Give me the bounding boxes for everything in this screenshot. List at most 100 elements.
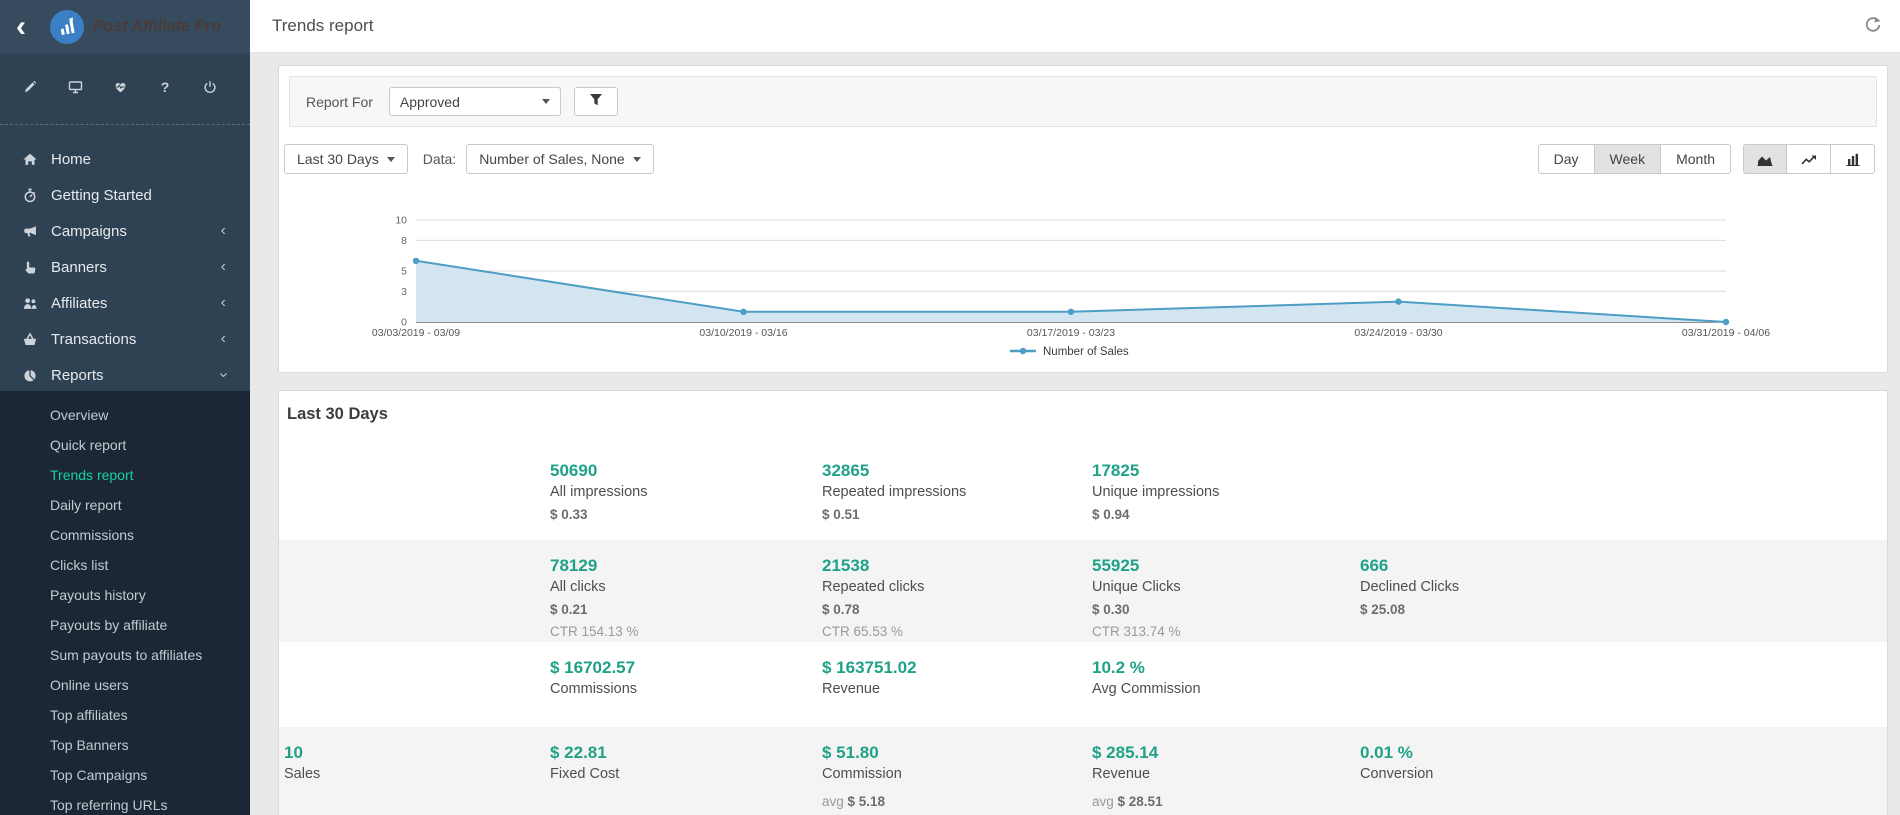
home-icon [22,152,38,167]
sidebar-subitem-top-referring-urls[interactable]: Top referring URLs [0,790,250,815]
sidebar-divider [0,124,250,125]
area-chart-button[interactable] [1743,144,1787,174]
chevron-down-icon [633,157,641,162]
sidebar-subitem-payouts-history[interactable]: Payouts history [0,580,250,610]
stats-row-3: $ 16702.57Commissions$ 163751.02Revenue1… [279,642,1887,727]
sidebar-item-home[interactable]: Home [0,141,250,177]
stat-value: 666 [1360,554,1887,577]
stat-value: 0.01 % [1360,741,1887,764]
monitor-icon[interactable] [67,79,83,95]
svg-text:8: 8 [401,235,407,247]
back-chevron-icon[interactable]: ‹ [16,12,26,42]
stat-label: Unique Clicks [1092,577,1360,598]
sidebar-subitem-payouts-by-affiliate[interactable]: Payouts by affiliate [0,610,250,640]
date-range-value: Last 30 Days [297,151,379,167]
stat-value: $ 16702.57 [550,656,822,679]
bar-chart-button[interactable] [1831,144,1875,174]
stats-panel: Last 30 Days 50690All impressions$ 0.333… [278,390,1888,815]
sidebar-subitem-daily-report[interactable]: Daily report [0,490,250,520]
report-for-value: Approved [400,94,460,110]
sidebar: ‹ Post Affiliate Pro ? HomeGetting Start… [0,0,250,815]
sidebar-quick-icons: ? [0,77,250,97]
sidebar-subitem-trends-report[interactable]: Trends report [0,460,250,490]
sidebar-item-affiliates[interactable]: Affiliates‹ [0,285,250,321]
stat-repeated-clicks: 21538Repeated clicks$ 0.78CTR 65.53 % [822,554,1092,642]
sidebar-item-reports[interactable]: Reports‹ [0,357,250,393]
week-button[interactable]: Week [1595,144,1662,174]
pencil-icon[interactable] [22,79,38,95]
stat-declined-clicks: 666Declined Clicks$ 25.08 [1360,554,1887,642]
stats-title: Last 30 Days [287,405,1887,424]
sidebar-item-getting-started[interactable]: Getting Started [0,177,250,213]
sidebar-subitem-online-users[interactable]: Online users [0,670,250,700]
sidebar-subitem-top-banners[interactable]: Top Banners [0,730,250,760]
stat-empty [1360,656,1887,727]
stat-all-impressions: 50690All impressions$ 0.33 [550,459,822,540]
day-button[interactable]: Day [1538,144,1595,174]
stat-value: $ 51.80 [822,741,1092,764]
sidebar-subitem-clicks-list[interactable]: Clicks list [0,550,250,580]
data-series-value: Number of Sales, None [479,151,625,167]
stat-revenue: $ 285.14Revenueavg $ 28.51 [1092,741,1360,815]
stat-average: avg $ 5.18 [822,791,1092,813]
app-logo: Post Affiliate Pro [50,10,221,44]
stat-cost: $ 0.94 [1092,503,1360,527]
bar-chart-icon [1845,153,1861,166]
sidebar-subitem-commissions[interactable]: Commissions [0,520,250,550]
report-for-select[interactable]: Approved [389,87,561,116]
stat-label: Commissions [550,679,822,700]
svg-text:3: 3 [401,286,407,298]
sidebar-item-banners[interactable]: Banners ‹ [0,249,250,285]
line-chart-icon [1801,153,1817,166]
chevron-collapsed-icon: ‹ [221,331,226,347]
help-icon[interactable]: ? [157,79,173,95]
data-series-dropdown[interactable]: Number of Sales, None [466,144,654,174]
stat-label: Avg Commission [1092,679,1360,700]
sidebar-item-transactions[interactable]: Transactions‹ [0,321,250,357]
sidebar-item-label: Banners [51,259,107,276]
page-title: Trends report [272,16,373,36]
sidebar-subitem-sum-payouts-to-affiliates[interactable]: Sum payouts to affiliates [0,640,250,670]
stat-empty [284,554,550,642]
stat-empty [1360,459,1887,540]
main-area: Report For Approved Last 30 Days Data: [250,53,1900,815]
stat-repeated-impressions: 32865Repeated impressions$ 0.51 [822,459,1092,540]
stat-value: 17825 [1092,459,1360,482]
data-label: Data: [423,151,456,167]
chevron-collapsed-icon: ‹ [221,259,226,275]
period-button-group: DayWeekMonth [1538,144,1731,174]
stats-row-2: 78129All clicks$ 0.21CTR 154.13 %21538Re… [279,540,1887,642]
date-range-dropdown[interactable]: Last 30 Days [284,144,408,174]
sidebar-menu: HomeGetting StartedCampaigns‹ Banners ‹ Aff… [0,141,250,393]
stat-label: Fixed Cost [550,764,822,785]
stat-value: $ 22.81 [550,741,822,764]
stopwatch-icon [22,188,38,203]
svg-text:03/10/2019 - 03/16: 03/10/2019 - 03/16 [699,327,787,339]
report-for-label: Report For [306,94,373,110]
stat-value: 32865 [822,459,1092,482]
stat-average: avg $ 28.51 [1092,791,1360,813]
stat-ctr: CTR 65.53 % [822,622,1092,642]
stat-label: Repeated clicks [822,577,1092,598]
stat-value: 10 [284,741,550,764]
svg-text:03/03/2019 - 03/09: 03/03/2019 - 03/09 [372,327,460,339]
chart-panel: Report For Approved Last 30 Days Data: [278,65,1888,373]
line-chart-button[interactable] [1787,144,1831,174]
sidebar-item-campaigns[interactable]: Campaigns‹ [0,213,250,249]
stat-value: 10.2 % [1092,656,1360,679]
filter-button[interactable] [574,87,618,116]
sidebar-subitem-quick-report[interactable]: Quick report [0,430,250,460]
sidebar-subitem-overview[interactable]: Overview [0,400,250,430]
users-icon [22,296,38,311]
month-button[interactable]: Month [1661,144,1731,174]
chart-controls: Last 30 Days Data: Number of Sales, None… [284,144,1875,174]
chevron-collapsed-icon: ‹ [221,223,226,239]
refresh-icon[interactable] [1864,16,1882,34]
trends-chart: 10853003/03/2019 - 03/0903/10/2019 - 03/… [279,194,1887,372]
heartbeat-icon[interactable] [112,79,128,95]
sidebar-subitem-top-campaigns[interactable]: Top Campaigns [0,760,250,790]
svg-text:5: 5 [401,266,407,278]
app-logo-text: Post Affiliate Pro [93,18,221,36]
power-icon[interactable] [202,79,218,95]
sidebar-subitem-top-affiliates[interactable]: Top affiliates [0,700,250,730]
